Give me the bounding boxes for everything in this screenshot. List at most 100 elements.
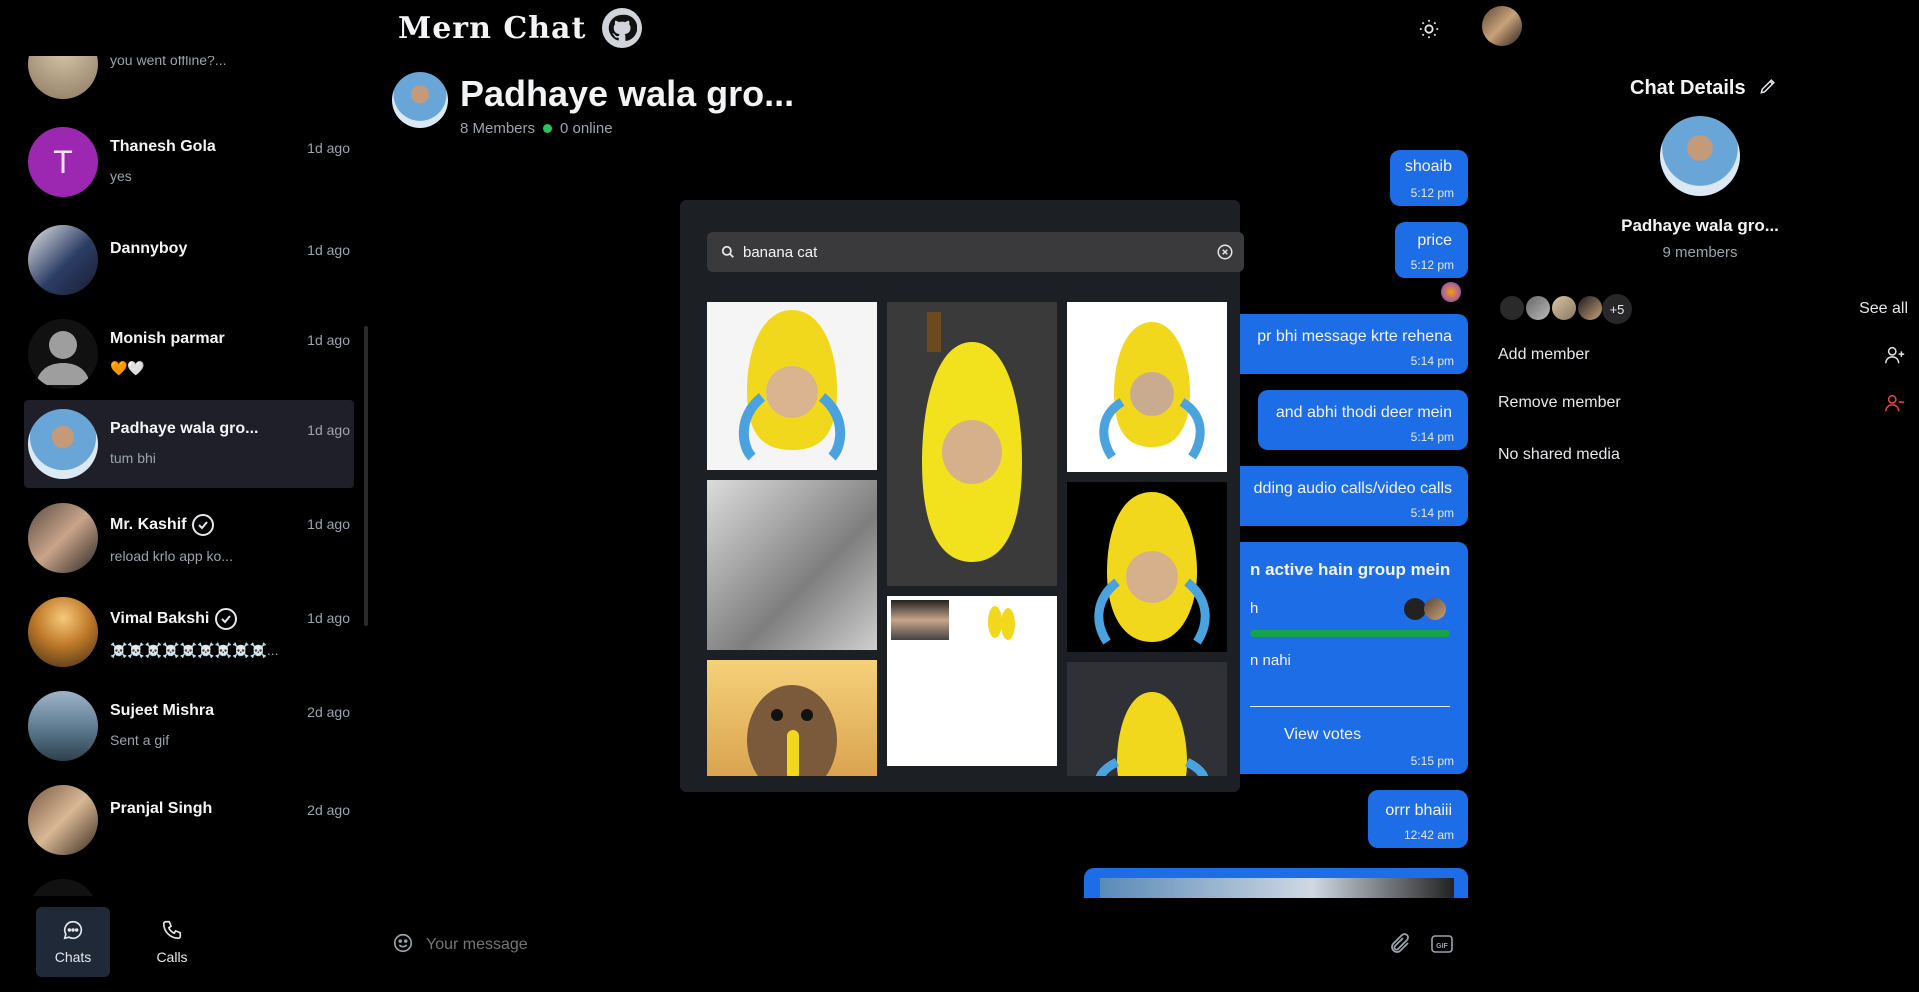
message-input-bar: GIF	[390, 926, 1470, 966]
edit-icon[interactable]	[1758, 76, 1778, 101]
chat-name: Vimal Bakshi	[110, 610, 210, 627]
message-time: 5:14 pm	[1410, 430, 1454, 444]
message-bubble[interactable]: price 5:12 pm	[1395, 222, 1468, 278]
avatar	[28, 879, 98, 896]
online-indicator	[543, 124, 553, 133]
chat-item-thanesh-gola[interactable]: T Thanesh Gola yes 1d ago	[24, 118, 354, 206]
avatar	[28, 319, 98, 389]
extra-members-badge[interactable]: +5	[1602, 294, 1632, 324]
members-row: +5 See all	[1498, 292, 1908, 324]
chat-item-sujeet-mishra[interactable]: Sujeet Mishra Sent a gif 2d ago	[24, 682, 354, 770]
message-bubble[interactable]: dding audio calls/video calls 5:14 pm	[1240, 466, 1468, 526]
brand: Mern Chat	[398, 8, 643, 48]
chat-list: you went offline?... T Thanesh Gola yes …	[0, 56, 370, 896]
chat-item-pranjal-singh[interactable]: Pranjal Singh 2d ago	[24, 776, 354, 864]
gif-result[interactable]	[1067, 302, 1227, 472]
see-all-link[interactable]: See all	[1859, 300, 1908, 318]
chat-item[interactable]: you went offline?...	[24, 56, 354, 108]
gif-result[interactable]	[887, 302, 1057, 586]
add-user-icon	[1884, 344, 1906, 371]
poll-option[interactable]: h	[1250, 600, 1258, 617]
remove-member-button[interactable]: Remove member	[1498, 394, 1908, 412]
message-image	[1100, 878, 1454, 898]
emoji-icon[interactable]	[392, 932, 414, 959]
svg-text:GIF: GIF	[1436, 943, 1448, 950]
chat-last-message: yes	[110, 168, 132, 184]
poll-question: n active hain group mein	[1250, 560, 1451, 579]
remove-member-label: Remove member	[1498, 394, 1621, 411]
tab-calls-label: Calls	[156, 949, 188, 965]
add-member-button[interactable]: Add member	[1498, 346, 1908, 364]
chat-item-padhaye-wala-group[interactable]: Padhaye wala gro... tum bhi 1d ago	[24, 400, 354, 488]
brand-title: Mern Chat	[398, 10, 587, 46]
view-votes-button[interactable]: View votes	[1284, 726, 1361, 744]
chat-time: 2d ago	[307, 802, 350, 818]
attachment-icon[interactable]	[1388, 932, 1412, 961]
group-avatar-large[interactable]	[1660, 116, 1740, 196]
avatar	[28, 409, 98, 479]
app-root: Mern Chat you went offline?... T Thanesh…	[0, 0, 1919, 992]
gif-result[interactable]	[707, 302, 877, 470]
verified-icon	[215, 608, 238, 630]
github-icon[interactable]	[602, 8, 643, 48]
poll-option[interactable]: n nahi	[1250, 652, 1291, 669]
member-avatar[interactable]	[1550, 294, 1578, 322]
tab-calls[interactable]: Calls	[135, 907, 209, 977]
avatar	[28, 225, 98, 295]
clear-search-icon[interactable]	[1216, 243, 1234, 265]
message-input[interactable]	[426, 932, 1326, 958]
user-avatar[interactable]	[1482, 6, 1522, 46]
gif-result[interactable]	[1067, 482, 1227, 652]
tab-chats[interactable]: Chats	[36, 907, 110, 977]
message-text: pr bhi message krte rehena	[1257, 328, 1452, 345]
image-message[interactable]	[1084, 868, 1468, 898]
message-text: dding audio calls/video calls	[1253, 480, 1452, 497]
chat-item-monish-parmar[interactable]: Monish parmar 🧡🤍 1d ago	[24, 310, 354, 398]
chat-bubble-icon	[63, 920, 83, 940]
gif-search-bar	[707, 232, 1244, 272]
voter-avatar	[1424, 598, 1446, 620]
member-avatar[interactable]	[1576, 294, 1604, 322]
chat-item-dannyboy[interactable]: Dannyboy 1d ago	[24, 216, 354, 304]
message-text: and abhi thodi deer mein	[1275, 404, 1452, 421]
sidebar-scrollbar[interactable]	[364, 326, 368, 626]
details-title: Chat Details	[1630, 77, 1746, 99]
message-time: 5:15 pm	[1410, 754, 1454, 768]
chat-item-vimal-bakshi[interactable]: Vimal Bakshi ☠️☠️☠️☠️☠️☠️☠️☠️☠️... 1d ag…	[24, 588, 354, 676]
gif-search-input[interactable]	[743, 243, 1203, 261]
chat-title: Padhaye wala gro...	[460, 73, 795, 114]
chat-last-message: you went offline?...	[110, 56, 227, 68]
message-bubble[interactable]: and abhi thodi deer mein 5:14 pm	[1258, 390, 1468, 450]
chat-time: 1d ago	[307, 422, 350, 438]
phone-icon	[162, 920, 182, 940]
gif-icon[interactable]: GIF	[1430, 932, 1454, 961]
message-bubble[interactable]: pr bhi message krte rehena 5:14 pm	[1240, 314, 1468, 374]
message-bubble[interactable]: orrr bhaiii 12:42 am	[1368, 790, 1468, 848]
chat-item[interactable]	[24, 870, 354, 896]
remove-user-icon	[1884, 392, 1906, 419]
chat-name: Mr. Kashif	[110, 516, 187, 533]
gif-result[interactable]	[887, 596, 1057, 766]
member-avatar[interactable]	[1498, 294, 1526, 322]
message-time: 12:42 am	[1403, 828, 1454, 842]
top-header: Mern Chat	[0, 0, 1919, 56]
sun-icon[interactable]	[1415, 15, 1443, 43]
chat-last-message: reload krlo app ko...	[110, 548, 233, 564]
chat-item-mr-kashif[interactable]: Mr. Kashif reload krlo app ko... 1d ago	[24, 494, 354, 582]
avatar: T	[28, 127, 98, 197]
chat-time: 1d ago	[307, 516, 350, 532]
member-avatar[interactable]	[1524, 294, 1552, 322]
gif-result[interactable]	[707, 660, 877, 776]
gif-result[interactable]	[1067, 662, 1227, 776]
chat-last-message: 🧡🤍	[110, 360, 145, 376]
group-avatar[interactable]	[392, 72, 448, 128]
chat-time: 1d ago	[307, 610, 350, 626]
chat-header: Padhaye wala gro... 8 Members 0 online	[390, 70, 1190, 140]
gif-result[interactable]	[707, 480, 877, 650]
message-text: shoaib	[1404, 158, 1452, 175]
search-icon	[721, 245, 734, 258]
message-bubble[interactable]: shoaib 5:12 pm	[1390, 150, 1468, 206]
shared-media-empty: No shared media	[1498, 446, 1620, 463]
add-member-label: Add member	[1498, 346, 1590, 363]
chat-subtitle: 8 Members 0 online	[460, 120, 613, 137]
